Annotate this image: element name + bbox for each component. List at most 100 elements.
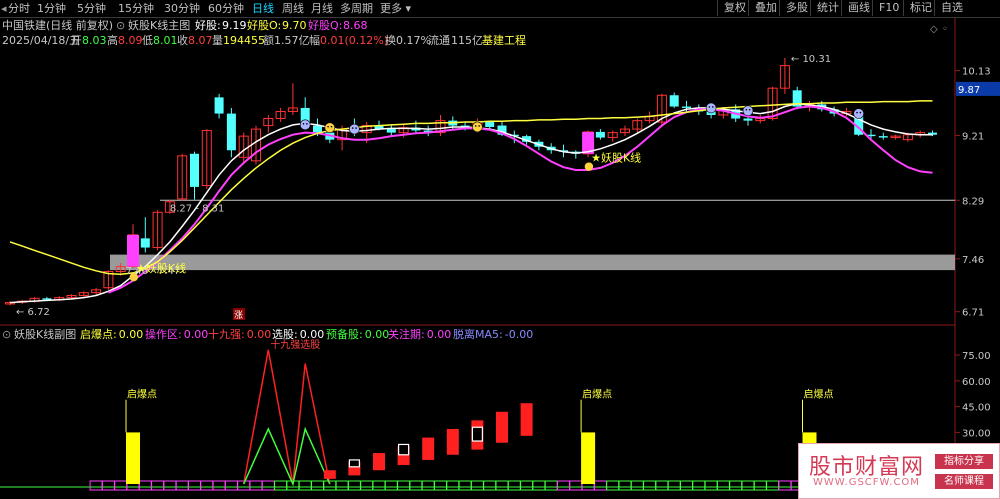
- red-block: [422, 437, 435, 460]
- smiley-face-icon: [853, 108, 865, 119]
- status-box: [630, 480, 644, 491]
- close-value: 8.07: [188, 34, 213, 47]
- timeframe-tab-4[interactable]: 30分钟: [164, 1, 200, 16]
- timeframe-tab-6[interactable]: 日线: [252, 1, 274, 16]
- red-block: [373, 453, 385, 471]
- toolbar-button-6[interactable]: 标记: [903, 0, 934, 16]
- toolbar-button-1[interactable]: 叠加: [748, 0, 779, 16]
- sector-tag[interactable]: 基建工程: [482, 33, 526, 48]
- price-tick-label-0: 10.13: [962, 67, 991, 78]
- status-box: [434, 480, 447, 491]
- status-box: [114, 480, 128, 491]
- timeframe-tab-7[interactable]: 周线: [282, 1, 304, 16]
- candle-body: [313, 125, 322, 133]
- zigzag-green-line: [243, 426, 331, 487]
- sub-tick-label-3: 30.00: [962, 428, 991, 439]
- status-box: [544, 480, 558, 491]
- sub-item-value-6: -0.00: [504, 328, 534, 341]
- sub-tick-label-2: 45.00: [962, 403, 991, 414]
- status-box: [409, 480, 423, 491]
- zigzag-red-line: [242, 349, 331, 485]
- status-box: [766, 480, 780, 491]
- toolbar-button-7[interactable]: 自选: [934, 0, 965, 16]
- timeframe-tab-9[interactable]: 多周期: [340, 1, 373, 16]
- status-box: [606, 480, 620, 491]
- annotation-high-label: ← 10.31: [791, 54, 831, 65]
- status-box: [175, 480, 189, 491]
- amount-value: 1.57亿: [274, 34, 310, 47]
- candle-body: [386, 129, 396, 133]
- status-box: [138, 480, 152, 491]
- sub-item-value-1: 0.00: [183, 328, 209, 341]
- timeframe-tab-3[interactable]: 15分钟: [118, 1, 154, 16]
- hollow-block: [348, 459, 360, 468]
- toolbar-button-0[interactable]: 复权: [717, 0, 748, 16]
- status-box: [532, 480, 546, 491]
- smiley-face-icon: [742, 105, 754, 117]
- candle-body: [214, 97, 224, 114]
- smiley-face-circle: [705, 102, 717, 114]
- timeframe-tab-10[interactable]: 更多 ▾: [380, 1, 411, 16]
- support-band-7-46: [110, 254, 955, 271]
- smiley-eye: [474, 125, 477, 127]
- main-indicator-name[interactable]: 妖股K线主图: [128, 18, 190, 33]
- timeframe-tab-2[interactable]: 5分钟: [77, 1, 106, 16]
- smiley-eye: [330, 125, 333, 128]
- hollow-block: [471, 426, 483, 442]
- sub-chart-header: ⊙ 妖股K线副图 启爆点: 0.00 操作区: 0.00 十九强: 0.00 选股: 0.00…: [0, 327, 955, 342]
- status-box: [495, 480, 509, 491]
- qibaodian-label: 启爆点: [582, 388, 612, 401]
- toolbar-left-arrow-icon[interactable]: ◂: [1, 1, 7, 16]
- status-box: [224, 480, 238, 491]
- candle-body: [190, 153, 199, 187]
- status-box: [716, 480, 730, 491]
- smiley-eye: [327, 125, 329, 128]
- main-chart-header-row2: 2025/04/18/五 开 8.03 高 8.09 低 8.01 收 8.07…: [0, 33, 955, 48]
- timeframe-tab-5[interactable]: 60分钟: [208, 1, 244, 16]
- status-box: [397, 480, 411, 491]
- timeframe-tab-0[interactable]: 分时: [8, 1, 30, 16]
- candle-body: [682, 106, 691, 108]
- change-value: 0.01(0.12%): [320, 34, 389, 47]
- status-box: [200, 480, 214, 491]
- float-label: 流通: [428, 34, 450, 47]
- smiley-face-circle: [853, 108, 865, 119]
- smiley-face-circle: [349, 123, 360, 135]
- open-label: 开: [71, 34, 82, 47]
- status-box: [729, 480, 743, 491]
- sub-tick-label-1: 60.00: [962, 377, 991, 388]
- sub-indicator-name[interactable]: 妖股K线副图: [14, 327, 76, 342]
- timeframe-tab-1[interactable]: 1分钟: [37, 1, 66, 16]
- red-block: [496, 411, 508, 443]
- smiley-face-icon: [472, 121, 483, 133]
- status-box: [520, 480, 534, 491]
- status-box: [335, 480, 349, 491]
- sub-item-label-3: 选股:: [272, 328, 298, 341]
- main-chart-header-row1: 中国铁建(日线 前复权) ⊙ 妖股K线主图 好股: 9.19 好股O: 9.70…: [0, 18, 955, 33]
- toolbar-button-4[interactable]: 画线: [841, 0, 872, 16]
- status-box: [778, 480, 792, 491]
- smiley-eye: [302, 123, 305, 125]
- status-box: [372, 480, 386, 491]
- status-box: [347, 480, 361, 491]
- red-block: [323, 470, 336, 479]
- stock-title: 中国铁建(日线 前复权): [2, 19, 114, 32]
- timeframe-tab-8[interactable]: 月线: [311, 1, 333, 16]
- hp-label: 好股:: [195, 19, 221, 32]
- watermark-tag-2: 名师课程: [935, 474, 993, 489]
- status-box: [680, 480, 693, 491]
- toolbar-button-2[interactable]: 多股: [779, 0, 810, 16]
- smiley-eye: [708, 106, 711, 108]
- smiley-face-icon: [349, 123, 360, 135]
- status-box: [261, 480, 275, 491]
- float-value: 115亿: [451, 34, 483, 47]
- main-menu-chevron-icon[interactable]: ⊙: [116, 18, 125, 33]
- sub-item-value-3: 0.00: [299, 328, 325, 341]
- status-box: [507, 480, 521, 491]
- status-box: [667, 480, 681, 491]
- sub-menu-chevron-icon[interactable]: ⊙: [2, 327, 11, 342]
- toolbar-button-5[interactable]: F10: [872, 0, 903, 16]
- sub-item-label-5: 关注期:: [388, 328, 425, 341]
- watermark-tag-1: 指标分享: [935, 454, 993, 469]
- toolbar-button-3[interactable]: 统计: [810, 0, 841, 16]
